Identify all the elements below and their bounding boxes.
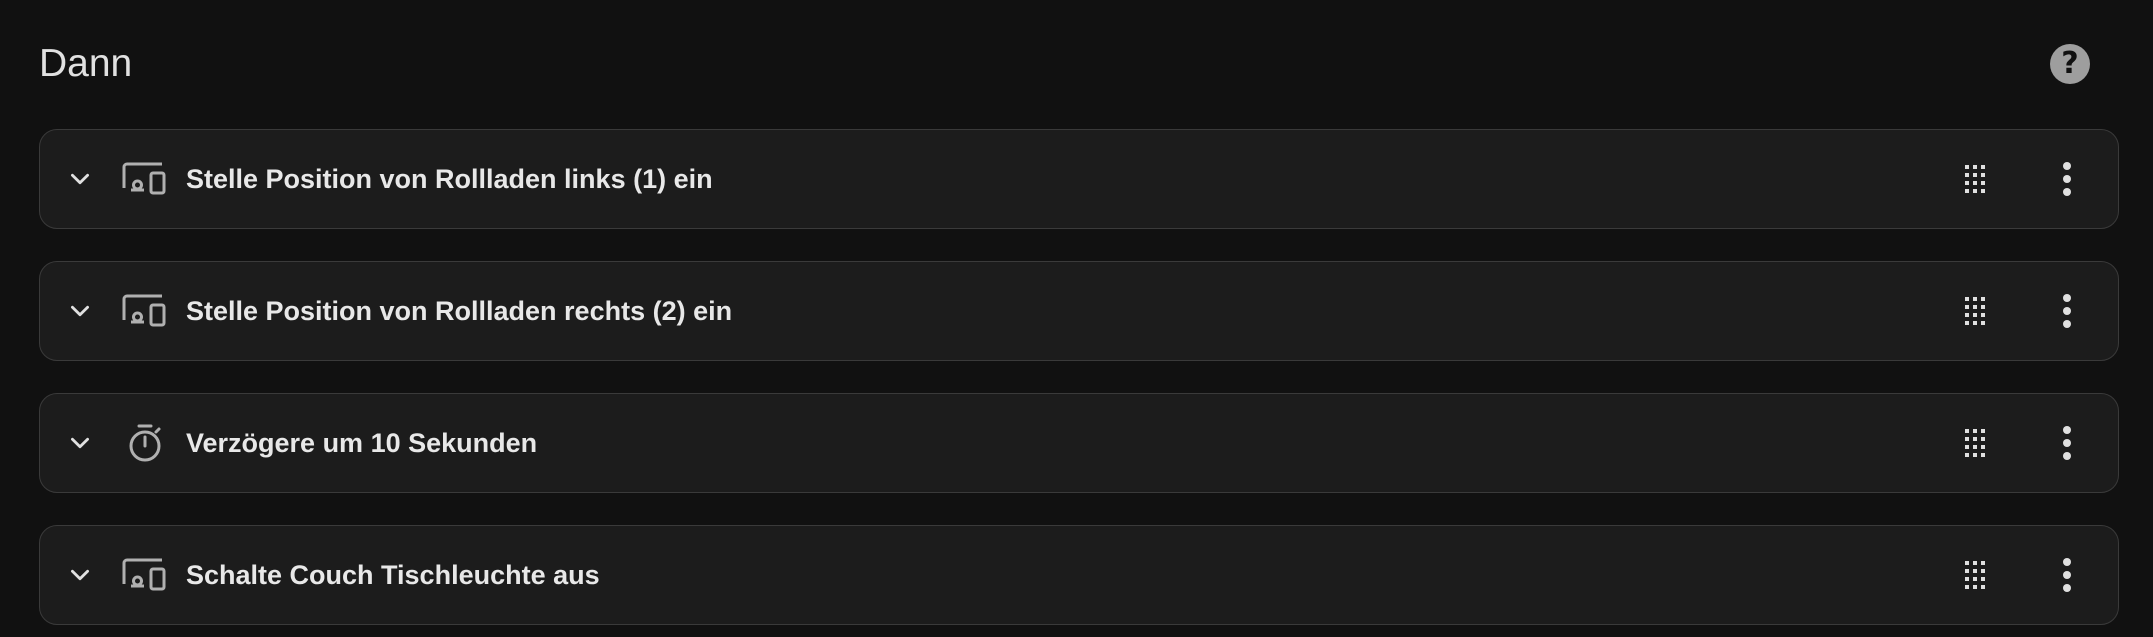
more-vertical-icon[interactable] (2052, 159, 2082, 199)
more-vertical-icon[interactable] (2052, 555, 2082, 595)
action-label: Stelle Position von Rollladen rechts (2)… (186, 295, 733, 326)
chevron-down-icon[interactable] (64, 163, 96, 195)
chevron-down-icon[interactable] (64, 559, 96, 591)
action-label: Schalte Couch Tischleuchte aus (186, 559, 600, 590)
action-card[interactable]: Stelle Position von Rollladen rechts (2)… (39, 261, 2119, 361)
chevron-down-icon[interactable] (64, 295, 96, 327)
action-card[interactable]: Verzögere um 10 Sekunden (39, 393, 2119, 493)
drag-handle-icon[interactable] (1960, 558, 1990, 592)
drag-handle-icon[interactable] (1960, 426, 1990, 460)
action-label: Stelle Position von Rollladen links (1) … (186, 163, 713, 194)
action-list: Stelle Position von Rollladen links (1) … (39, 129, 2119, 637)
more-vertical-icon[interactable] (2052, 291, 2082, 331)
drag-handle-icon[interactable] (1960, 294, 1990, 328)
drag-handle-icon[interactable] (1960, 162, 1990, 196)
chevron-down-icon[interactable] (64, 427, 96, 459)
action-card[interactable]: Stelle Position von Rollladen links (1) … (39, 129, 2119, 229)
actions-section: Dann ? Stelle Position von Rollladen lin… (0, 0, 2153, 637)
timer-icon (122, 423, 168, 463)
devices-icon (122, 159, 168, 199)
action-label: Verzögere um 10 Sekunden (186, 427, 538, 458)
action-card[interactable]: Schalte Couch Tischleuchte aus (39, 525, 2119, 625)
more-vertical-icon[interactable] (2052, 423, 2082, 463)
section-title: Dann (39, 42, 133, 85)
help-icon[interactable]: ? (2050, 44, 2090, 84)
devices-icon (122, 291, 168, 331)
devices-icon (122, 555, 168, 595)
